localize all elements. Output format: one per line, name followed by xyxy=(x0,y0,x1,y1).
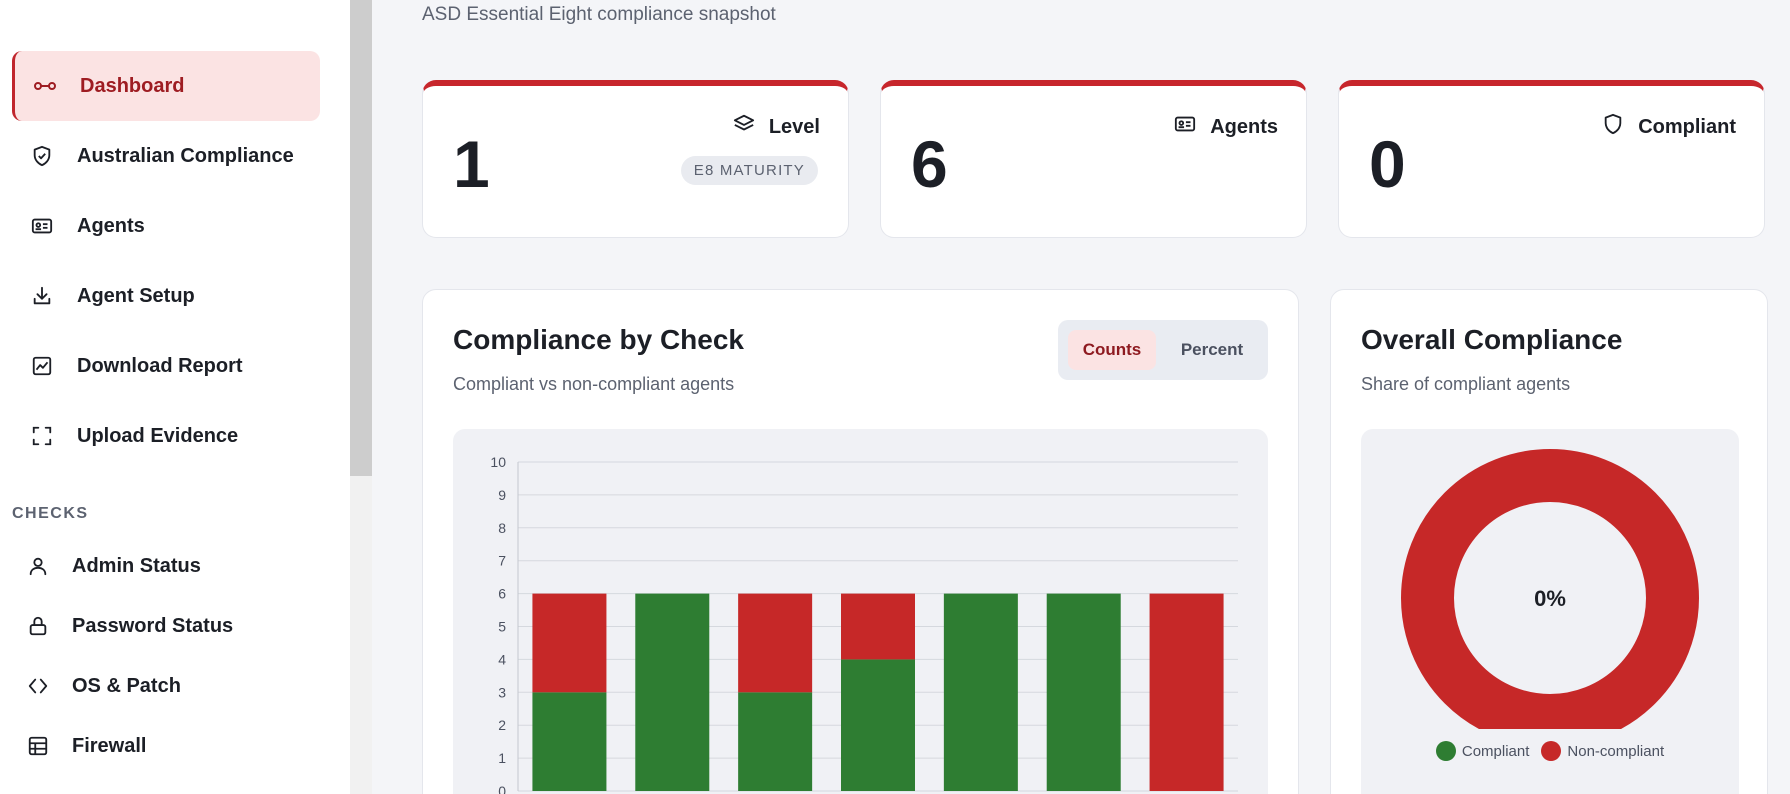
panel-subtitle: Share of compliant agents xyxy=(1361,374,1571,394)
maturity-badge: E8 MATURITY xyxy=(680,156,818,185)
legend-item-non-compliant: Non-compliant xyxy=(1541,741,1664,761)
bar-non-compliant[interactable] xyxy=(738,593,813,693)
y-tick-label: 8 xyxy=(498,520,506,536)
y-tick-label: 4 xyxy=(498,651,506,667)
stat-label: Agents xyxy=(1174,116,1278,139)
y-tick-label: 1 xyxy=(498,750,506,766)
sidebar-item-label: Download Report xyxy=(77,354,243,377)
stat-card-level: 1 Level E8 MATURITY xyxy=(422,80,849,238)
sidebar-item-label: Dashboard xyxy=(80,74,185,97)
stat-label-text: Level xyxy=(768,116,820,138)
stat-value: 6 xyxy=(911,127,948,201)
bar-non-compliant[interactable] xyxy=(532,593,607,693)
bar-compliant[interactable] xyxy=(738,692,813,791)
bar-compliant[interactable] xyxy=(635,593,710,791)
sidebar-item-label: Firewall xyxy=(72,734,147,757)
y-tick-label: 3 xyxy=(498,684,506,700)
user-icon xyxy=(26,554,50,578)
legend-swatch xyxy=(1541,741,1562,761)
layers-icon xyxy=(733,113,755,135)
sidebar-item-label: Agents xyxy=(77,214,145,237)
sidebar-item-download-report[interactable]: Download Report xyxy=(12,331,320,401)
y-tick-label: 5 xyxy=(498,619,506,635)
sidebar-item-label: OS & Patch xyxy=(72,674,181,697)
code-icon xyxy=(26,674,50,698)
shield-check-icon xyxy=(30,144,54,168)
y-tick-label: 10 xyxy=(490,454,506,470)
bar-non-compliant[interactable] xyxy=(1149,593,1224,791)
y-tick-label: 6 xyxy=(498,586,506,602)
stat-label: Level xyxy=(733,113,820,139)
bar-chart-area: 0 1 2 3 4 5 6 7 8 9 10 xyxy=(453,429,1268,794)
overall-donut-chart: 0% xyxy=(1401,449,1699,747)
sidebar-item-agents[interactable]: Agents xyxy=(12,191,320,261)
bar-compliant[interactable] xyxy=(841,659,915,791)
view-toggle: Counts Percent xyxy=(1058,320,1268,380)
y-tick-label: 9 xyxy=(498,487,506,503)
sidebar-item-label: Upload Evidence xyxy=(77,424,239,447)
compliance-by-check-panel: Compliance by Check Compliant vs non-com… xyxy=(422,289,1299,794)
panel-title: Compliance by Check xyxy=(453,324,744,355)
chart-line-icon xyxy=(30,354,54,378)
y-tick-label: 2 xyxy=(498,717,506,733)
legend-item-compliant: Compliant xyxy=(1435,741,1530,761)
bar-compliant[interactable] xyxy=(943,593,1018,791)
percent-toggle-button[interactable]: Percent xyxy=(1166,330,1258,370)
sidebar-scrollbar[interactable] xyxy=(350,0,372,794)
legend-label: Non-compliant xyxy=(1567,742,1665,760)
page-subtitle: ASD Essential Eight compliance snapshot xyxy=(422,4,776,25)
panel-subtitle: Compliant vs non-compliant agents xyxy=(453,374,735,394)
lock-icon xyxy=(26,614,50,638)
scan-frame-icon xyxy=(30,424,54,448)
stat-label-text: Compliant xyxy=(1638,116,1736,138)
donut-center-label: 0% xyxy=(1534,586,1566,611)
legend-swatch xyxy=(1435,741,1456,761)
stat-label: Compliant xyxy=(1602,113,1736,139)
bar-compliant[interactable] xyxy=(532,692,607,791)
sidebar-item-agent-setup[interactable]: Agent Setup xyxy=(12,261,320,331)
sidebar-item-label: Password Status xyxy=(72,614,234,637)
sidebar-item-firewall[interactable]: Firewall xyxy=(12,711,320,781)
sidebar-item-label: Australian Compliance xyxy=(77,144,294,167)
sidebar-item-upload-evidence[interactable]: Upload Evidence xyxy=(12,401,320,471)
section-label-checks: CHECKS xyxy=(12,505,89,522)
panel-title: Overall Compliance xyxy=(1361,324,1623,355)
sidebar-item-dashboard[interactable]: Dashboard xyxy=(12,51,320,121)
stat-card-agents: 6 Agents xyxy=(880,80,1307,238)
stat-value: 0 xyxy=(1369,127,1406,201)
stat-label-text: Agents xyxy=(1210,116,1278,138)
app-root: Dashboard Australian Compliance Agents A… xyxy=(0,0,1790,794)
id-card-icon xyxy=(1174,113,1196,135)
donut-legend: Compliant Non-compliant xyxy=(1361,741,1739,761)
grid-icon xyxy=(26,734,50,758)
id-card-icon xyxy=(30,214,54,238)
bar-compliant[interactable] xyxy=(1046,593,1121,791)
counts-toggle-button[interactable]: Counts xyxy=(1068,330,1156,370)
download-icon xyxy=(30,284,54,308)
legend-label: Compliant xyxy=(1461,742,1530,760)
sidebar-item-label: Admin Status xyxy=(72,554,201,577)
scrollbar-thumb[interactable] xyxy=(350,0,372,476)
sidebar-item-label: Agent Setup xyxy=(77,284,195,307)
stat-value: 1 xyxy=(453,127,490,201)
bar-non-compliant[interactable] xyxy=(841,593,915,660)
y-tick-label: 7 xyxy=(498,553,506,569)
sidebar-item-australian-compliance[interactable]: Australian Compliance xyxy=(12,121,320,191)
link-icon xyxy=(33,74,57,98)
donut-chart-area: 0% Compliant Non-compliant xyxy=(1361,429,1739,794)
compliance-bar-chart: 0 1 2 3 4 5 6 7 8 9 10 xyxy=(490,454,1238,794)
sidebar: Dashboard Australian Compliance Agents A… xyxy=(0,0,350,794)
y-tick-label: 0 xyxy=(498,783,506,794)
shield-icon xyxy=(1602,113,1624,135)
stat-card-compliant: 0 Compliant xyxy=(1338,80,1765,238)
overall-compliance-panel: Overall Compliance Share of compliant ag… xyxy=(1330,289,1768,794)
